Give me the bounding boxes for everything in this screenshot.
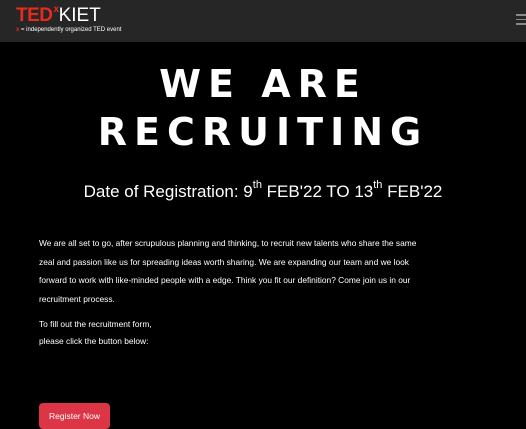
logo-tagline: x = independently organized TED event [16, 27, 121, 33]
menu-bar-bottom [516, 23, 526, 25]
intro-paragraph: We are all set to go, after scrupulous p… [39, 238, 417, 304]
start-day-suffix: th [252, 179, 262, 191]
logo-ted: TED [16, 5, 53, 26]
menu-bar-middle [516, 18, 526, 20]
hamburger-menu-icon[interactable] [516, 14, 526, 26]
logo-wordmark: TEDxKIET [16, 4, 121, 26]
form-instructions: To fill out the recruitment form, please… [39, 316, 339, 350]
menu-bar-top [516, 14, 526, 16]
registration-mid: FEB'22 TO 13 [261, 182, 374, 201]
logo-kiet: KIET [58, 5, 101, 26]
hero-title-line-1: WE ARE [159, 62, 367, 106]
hero-title-line-2: RECRUITING [97, 110, 429, 154]
tedx-kiet-logo[interactable]: TEDxKIET x = independently organized TED… [16, 4, 121, 34]
end-day-suffix: th [373, 179, 383, 191]
registration-end: FEB'22 [382, 182, 443, 201]
navbar: TEDxKIET x = independently organized TED… [0, 0, 526, 42]
logo-x: x [53, 4, 60, 15]
form-instructions-line-1: To fill out the recruitment form, [39, 319, 152, 329]
registration-label: Date of Registration: 9 [83, 182, 253, 201]
registration-date: Date of Registration: 9th FEB'22 TO 13th… [0, 179, 526, 202]
logo-tagline-text: = independently organized TED event [19, 27, 122, 33]
register-now-button[interactable]: Register Now [39, 403, 110, 429]
form-instructions-line-2: please click the button below: [39, 336, 149, 346]
